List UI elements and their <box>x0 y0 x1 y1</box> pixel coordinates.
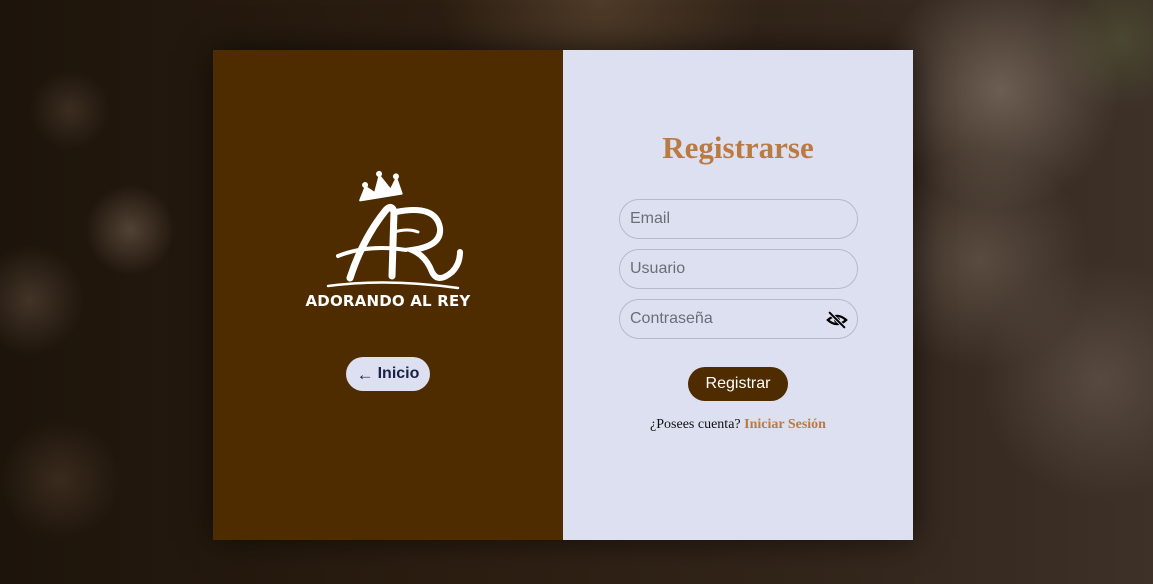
eye-slash-icon[interactable] <box>826 309 848 331</box>
register-button[interactable]: Registrar <box>688 367 788 401</box>
register-card: ADORANDO AL REY ← Inicio Registrarse Ema… <box>213 50 913 540</box>
username-field[interactable] <box>620 250 857 288</box>
account-prompt-text: ¿Posees cuenta? <box>650 417 741 432</box>
username-field-wrapper <box>619 249 858 289</box>
brand-panel: ADORANDO AL REY ← Inicio <box>213 50 563 540</box>
arrow-left-icon: ← <box>356 364 374 384</box>
back-home-button[interactable]: ← Inicio <box>346 357 430 391</box>
password-field[interactable] <box>620 300 857 338</box>
email-field[interactable] <box>620 200 857 238</box>
brand-name: ADORANDO AL REY <box>305 292 471 310</box>
login-link[interactable]: Iniciar Sesión <box>744 417 826 432</box>
form-panel: Registrarse Registrar ¿Posees cuenta? In… <box>563 50 913 540</box>
page-title: Registrarse <box>662 130 814 165</box>
password-field-wrapper <box>619 299 858 339</box>
login-prompt: ¿Posees cuenta? Iniciar Sesión <box>563 417 913 433</box>
email-field-wrapper <box>619 199 858 239</box>
back-home-label: Inicio <box>377 365 420 382</box>
